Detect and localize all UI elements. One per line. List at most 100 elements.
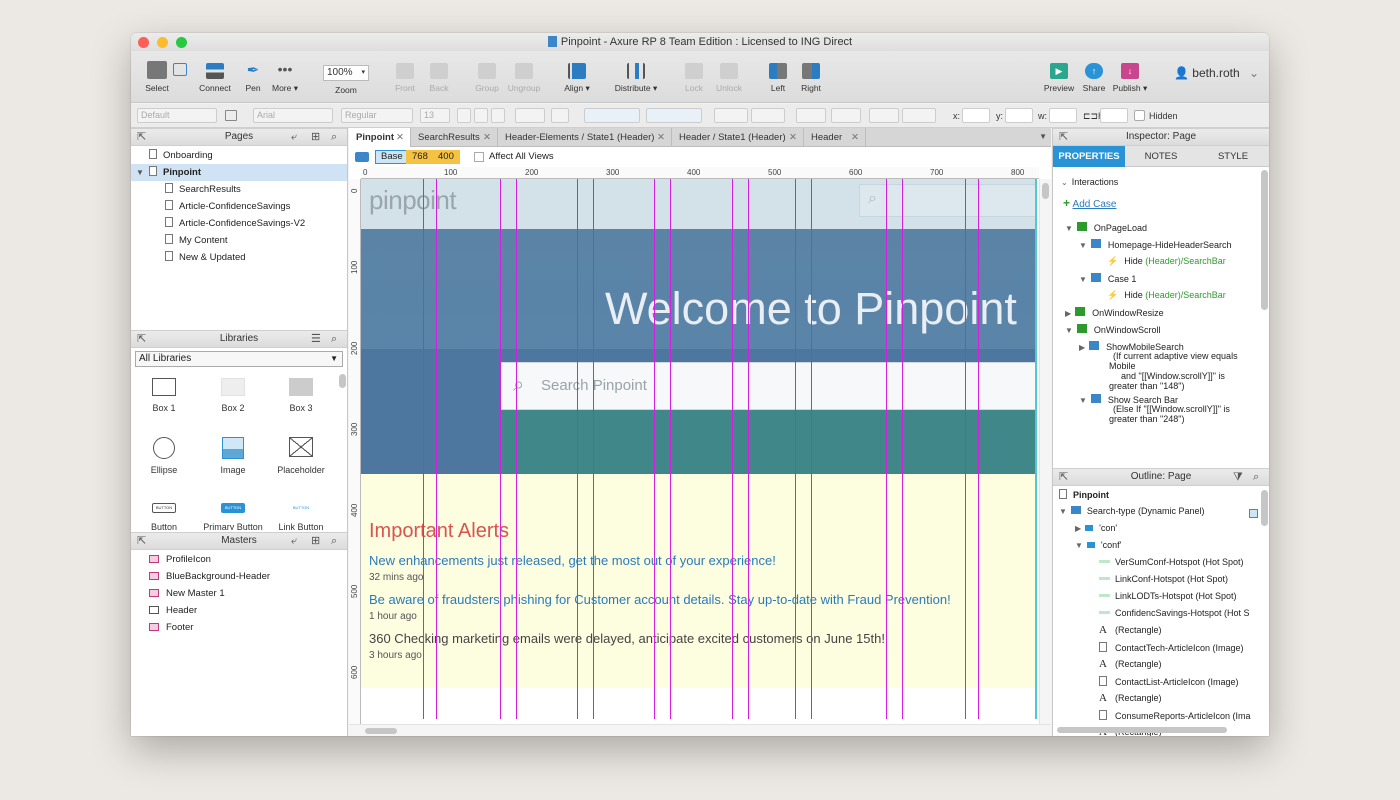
connect-tool[interactable]: Connect — [197, 63, 233, 93]
canvas[interactable]: pinpoint ⌕ Welcome to Pinpoint ⌕ Search … — [361, 179, 1037, 719]
bold-button[interactable] — [457, 108, 471, 123]
right-button[interactable]: Right — [798, 63, 824, 93]
search-icon[interactable]: ⌕ — [331, 333, 337, 345]
tab-notes[interactable]: NOTES — [1125, 146, 1197, 167]
x-input[interactable] — [962, 108, 990, 123]
arrow-style-button[interactable] — [902, 108, 936, 123]
adaptive-base[interactable]: Base — [375, 150, 409, 164]
adaptive-768[interactable]: 768 — [406, 150, 434, 164]
more-tools[interactable]: ••• More ▾ — [270, 62, 300, 94]
library-item-link-button[interactable]: BUTTON Link Button — [271, 503, 331, 530]
library-item-button[interactable]: BUTTON Button — [134, 503, 194, 530]
zoom-control[interactable]: 100% ▾ Zoom — [323, 65, 369, 95]
outline-item[interactable]: LinkConf-Hotspot (Hot Spot) — [1099, 574, 1228, 585]
w-input[interactable] — [1049, 108, 1077, 123]
y-input[interactable] — [1005, 108, 1033, 123]
fill-color-button[interactable] — [714, 108, 748, 123]
library-item-box3[interactable]: Box 3 — [271, 378, 331, 413]
preview-button[interactable]: ▶ Preview — [1041, 63, 1077, 93]
user-menu[interactable]: 👤 beth.roth ⌄ — [1174, 66, 1264, 80]
action-hide-1[interactable]: ⚡ Hide (Header)/SearchBar — [1107, 256, 1226, 267]
lock-ratio-icon[interactable]: ⊏⊐ — [1083, 111, 1098, 121]
outline-horizontal-scrollbar[interactable] — [1057, 727, 1227, 733]
outline-item[interactable]: LinkLODTs-Hotspot (Hot Spot) — [1099, 591, 1237, 602]
font-weight-select[interactable]: Regular — [341, 108, 413, 123]
search-icon[interactable]: ⌕ — [331, 535, 337, 547]
front-button[interactable]: Front — [390, 63, 420, 93]
library-item-box1[interactable]: Box 1 — [134, 378, 194, 413]
shadow-button[interactable] — [751, 108, 785, 123]
master-item[interactable]: BlueBackground-Header — [131, 568, 347, 585]
tab-header[interactable]: Header ✕ — [804, 128, 866, 147]
page-item[interactable]: Article-ConfidenceSavings-V2 — [131, 215, 347, 232]
case-1[interactable]: ▼ Case 1 — [1079, 273, 1136, 285]
outline-item[interactable]: VerSumConf-Hotspot (Hot Spot) — [1099, 557, 1244, 568]
publish-menu[interactable]: ↓ Publish ▾ — [1112, 63, 1148, 94]
ungroup-button[interactable]: Ungroup — [506, 63, 542, 93]
selection-indicator-icon[interactable] — [1249, 509, 1258, 518]
library-item-ellipse[interactable]: Ellipse — [134, 437, 194, 475]
font-select[interactable]: Arial — [253, 108, 333, 123]
tabs-overflow-icon[interactable]: ▼ — [1039, 132, 1047, 141]
outline-item[interactable]: A(Rectangle) — [1099, 659, 1162, 670]
event-onwindowresize[interactable]: ▶ OnWindowResize — [1065, 307, 1164, 319]
align-text-buttons[interactable] — [584, 108, 640, 123]
layout-guide[interactable] — [902, 179, 903, 719]
layout-guide[interactable] — [748, 179, 749, 719]
outline-root[interactable]: Pinpoint — [1059, 489, 1109, 501]
style-edit-icon[interactable] — [225, 110, 237, 121]
underline-button[interactable] — [491, 108, 505, 123]
close-icon[interactable]: ✕ — [396, 128, 404, 147]
add-folder-icon[interactable]: ⊞ — [311, 535, 320, 547]
style-select[interactable]: Default — [137, 108, 217, 123]
event-onwindowscroll[interactable]: ▼ OnWindowScroll — [1065, 324, 1160, 336]
hidden-checkbox[interactable] — [1134, 110, 1145, 121]
libraries-scrollbar[interactable] — [339, 374, 346, 388]
layout-guide[interactable] — [593, 179, 594, 719]
outline-scrollbar[interactable] — [1261, 490, 1268, 526]
layout-guide[interactable] — [500, 179, 501, 719]
layout-guide[interactable] — [978, 179, 979, 719]
line-style-button[interactable] — [869, 108, 899, 123]
collapse-icon[interactable]: ⇱ — [1059, 471, 1068, 483]
collapse-icon[interactable]: ⇱ — [137, 333, 146, 345]
close-icon[interactable]: ✕ — [851, 128, 859, 147]
page-item[interactable]: Article-ConfidenceSavings — [131, 198, 347, 215]
collapse-icon[interactable]: ⇱ — [1059, 131, 1068, 143]
interactions-section[interactable]: ⌄ Interactions — [1061, 177, 1118, 188]
add-case-link[interactable]: + Add Case — [1063, 197, 1116, 210]
master-item[interactable]: New Master 1 — [131, 585, 347, 602]
library-item-primary-button[interactable]: BUTTON Primary Button — [203, 503, 263, 530]
layout-guide[interactable] — [886, 179, 887, 719]
search-icon[interactable]: ⌕ — [1253, 471, 1259, 483]
case-hide-header-search[interactable]: ▼ Homepage-HideHeaderSearch — [1079, 239, 1232, 251]
bullet-button[interactable] — [551, 108, 569, 123]
font-color-button[interactable] — [515, 108, 545, 123]
adaptive-views-icon[interactable] — [355, 152, 369, 162]
layout-guide[interactable] — [423, 179, 424, 719]
tab-header-state1[interactable]: Header / State1 (Header) ✕ — [672, 128, 804, 147]
library-item-box2[interactable]: Box 2 — [203, 378, 263, 413]
layout-guide[interactable] — [732, 179, 733, 719]
layout-guide[interactable] — [965, 179, 966, 719]
search-icon[interactable]: ⌕ — [331, 131, 337, 143]
adaptive-400[interactable]: 400 — [432, 150, 460, 164]
lock-button[interactable]: Lock — [680, 63, 708, 93]
layout-guide[interactable] — [516, 179, 517, 719]
zoom-select[interactable]: 100% ▾ — [323, 65, 369, 81]
outline-item[interactable]: A(Rectangle) — [1099, 625, 1162, 636]
collapse-icon[interactable]: ⇱ — [137, 535, 146, 547]
page-item[interactable]: Onboarding — [131, 147, 347, 164]
outline-item[interactable]: ContactList-ArticleIcon (Image) — [1099, 676, 1239, 688]
menu-icon[interactable]: ☰ — [311, 333, 321, 345]
add-master-icon[interactable]: ⤶ — [291, 535, 297, 547]
left-button[interactable]: Left — [765, 63, 791, 93]
page-item[interactable]: My Content — [131, 232, 347, 249]
tab-style[interactable]: STYLE — [1197, 146, 1269, 167]
library-select[interactable]: All Libraries ▼ — [135, 351, 343, 367]
layout-guide[interactable] — [811, 179, 812, 719]
outline-dynamic-panel[interactable]: ▼ Search-type (Dynamic Panel) — [1059, 506, 1204, 517]
master-item[interactable]: Header — [131, 602, 347, 619]
alert-link-1[interactable]: New enhancements just released, get the … — [369, 553, 776, 568]
action-hide-2[interactable]: ⚡ Hide (Header)/SearchBar — [1107, 290, 1226, 301]
